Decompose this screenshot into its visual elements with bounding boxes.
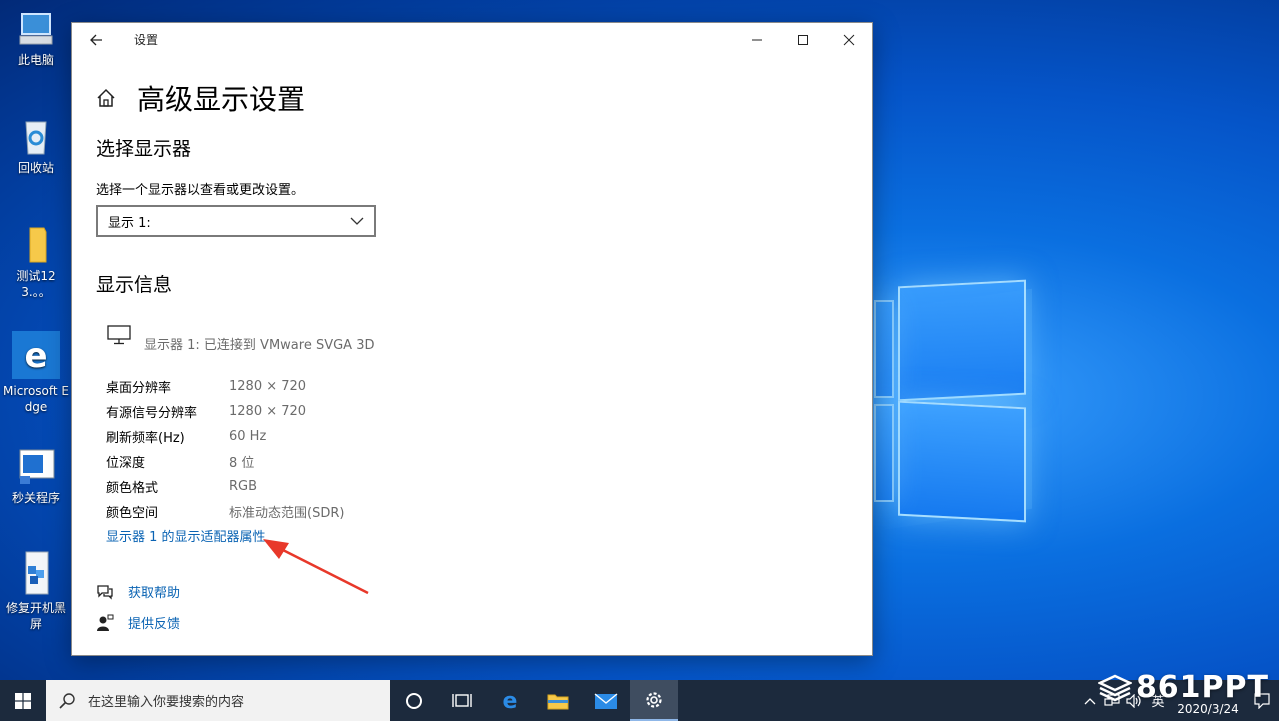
- windows-start-icon: [15, 692, 31, 709]
- info-key: 颜色格式: [106, 481, 159, 496]
- windows-logo-pane: [898, 400, 1026, 523]
- info-row: 颜色空间 标准动态范围(SDR): [106, 499, 344, 524]
- taskbar-explorer-button[interactable]: [534, 680, 582, 721]
- cortana-button[interactable]: [390, 680, 438, 721]
- info-key: 位深度: [106, 456, 146, 471]
- info-value: 1280 × 720: [229, 379, 307, 394]
- display-info-heading: 显示信息: [96, 274, 173, 296]
- display-select-dropdown[interactable]: 显示 1:: [96, 205, 376, 237]
- info-key: 桌面分辨率: [106, 381, 172, 396]
- desktop-icon-label: 测试123.。。: [16, 269, 56, 299]
- page-header: 高级显示设置: [95, 78, 305, 118]
- back-arrow-icon: [90, 34, 102, 45]
- desktop-icon-label: 秒关程序: [11, 491, 60, 505]
- info-key: 颜色空间: [106, 506, 159, 521]
- app-window-icon: [16, 446, 56, 486]
- home-icon[interactable]: [95, 87, 117, 109]
- info-value: 8 位: [229, 456, 255, 471]
- maximize-icon: [798, 34, 808, 45]
- svg-text:e: e: [24, 336, 47, 376]
- start-button[interactable]: [0, 680, 46, 721]
- desktop-icon-label: 此电脑: [17, 53, 54, 67]
- desktop-icon-label: Microsoft Edge: [3, 384, 70, 414]
- search-placeholder: 在这里输入你要搜索的内容: [88, 695, 245, 710]
- watermark-logo: 861PPT: [1097, 670, 1269, 705]
- desktop-icon-repair[interactable]: 修复开机黑屏: [3, 550, 69, 632]
- info-value: 1280 × 720: [229, 404, 307, 419]
- edge-icon: e: [12, 331, 60, 379]
- window-title: 设置: [134, 33, 159, 47]
- cube-icon: [16, 550, 56, 596]
- dropdown-value: 显示 1:: [108, 215, 151, 231]
- windows-logo-pane: [874, 404, 894, 502]
- title-bar: 设置: [72, 23, 872, 56]
- search-icon: [58, 692, 76, 710]
- info-row: 桌面分辨率 1280 × 720: [106, 374, 344, 399]
- info-row: 位深度 8 位: [106, 449, 344, 474]
- display-info-table: 桌面分辨率 1280 × 720 有源信号分辨率 1280 × 720 刷新频率…: [106, 374, 344, 524]
- settings-window: 设置 高级显示设置 选择显示器 选择一个显示器以查看或更改设置。 显示 1: 显…: [71, 22, 873, 656]
- info-value: RGB: [229, 479, 258, 494]
- feedback-link[interactable]: 提供反馈: [128, 613, 180, 632]
- info-key: 刷新频率(Hz): [106, 431, 185, 446]
- task-view-button[interactable]: [438, 680, 486, 721]
- window-controls: [734, 23, 872, 56]
- back-button[interactable]: [72, 23, 120, 56]
- annotation-arrow-icon: [263, 539, 369, 595]
- watermark-text: 861PPT: [1135, 670, 1269, 705]
- desktop-icon-edge[interactable]: e Microsoft Edge: [3, 331, 69, 415]
- folder-icon: [16, 224, 56, 264]
- edge-icon: e: [503, 690, 518, 712]
- minimize-button[interactable]: [734, 23, 780, 56]
- desktop-icon-label: 回收站: [17, 161, 54, 175]
- close-button[interactable]: [826, 23, 872, 56]
- page-title: 高级显示设置: [137, 83, 306, 116]
- get-help-row[interactable]: 获取帮助: [96, 582, 180, 601]
- taskbar-edge-button[interactable]: e: [486, 680, 534, 721]
- file-explorer-icon: [547, 694, 569, 709]
- computer-icon: [16, 8, 56, 48]
- close-icon: [843, 34, 855, 45]
- chevron-up-icon: [1084, 697, 1096, 704]
- task-view-icon: [452, 693, 472, 707]
- get-help-link[interactable]: 获取帮助: [128, 582, 180, 601]
- chevron-down-icon: [350, 217, 364, 225]
- monitor-row: 显示器 1: 已连接到 VMware SVGA 3D: [106, 325, 375, 353]
- mail-icon: [594, 692, 618, 709]
- desktop-icon-folder[interactable]: 测试123.。。: [3, 224, 69, 300]
- windows-logo-pane: [874, 300, 894, 398]
- taskbar-settings-button[interactable]: [630, 680, 678, 721]
- recycle-bin-icon: [16, 116, 56, 156]
- info-value: 60 Hz: [229, 429, 267, 444]
- maximize-button[interactable]: [780, 23, 826, 56]
- info-key: 有源信号分辨率: [106, 406, 198, 421]
- taskbar-search-box[interactable]: 在这里输入你要搜索的内容: [46, 680, 390, 721]
- stack-logo-icon: [1097, 674, 1132, 701]
- info-row: 刷新频率(Hz) 60 Hz: [106, 424, 344, 449]
- info-row: 有源信号分辨率 1280 × 720: [106, 399, 344, 424]
- minimize-icon: [752, 39, 762, 40]
- select-display-description: 选择一个显示器以查看或更改设置。: [96, 183, 305, 198]
- monitor-connection-label: 显示器 1: 已连接到 VMware SVGA 3D: [144, 338, 375, 353]
- taskbar: 在这里输入你要搜索的内容 e 英 2020/3/24: [0, 680, 1279, 721]
- gear-icon: [646, 691, 662, 708]
- cortana-circle-icon: [406, 692, 422, 709]
- info-row: 颜色格式 RGB: [106, 474, 344, 499]
- monitor-icon: [106, 325, 132, 345]
- desktop-icon-this-pc[interactable]: 此电脑: [3, 8, 69, 68]
- taskbar-mail-button[interactable]: [582, 680, 630, 721]
- help-chat-icon: [96, 583, 114, 601]
- desktop-icon-recycle-bin[interactable]: 回收站: [3, 116, 69, 176]
- info-value: 标准动态范围(SDR): [229, 506, 345, 521]
- feedback-person-icon: [96, 614, 114, 632]
- desktop-icon-app[interactable]: 秒关程序: [3, 446, 69, 506]
- adapter-properties-link[interactable]: 显示器 1 的显示适配器属性: [106, 526, 266, 545]
- desktop-icon-label: 修复开机黑屏: [5, 601, 66, 631]
- svg-text:e: e: [503, 690, 518, 712]
- windows-logo-pane: [898, 279, 1026, 402]
- feedback-row[interactable]: 提供反馈: [96, 613, 180, 632]
- select-display-heading: 选择显示器: [96, 138, 192, 160]
